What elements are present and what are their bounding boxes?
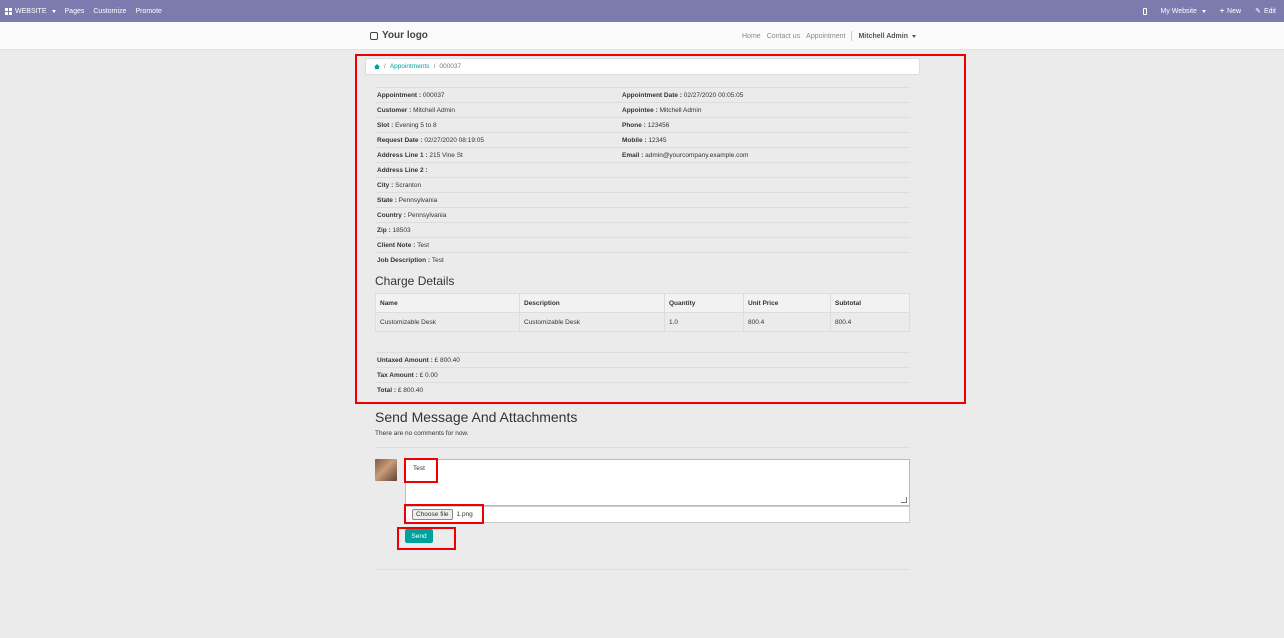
highlight-box-send [397, 527, 456, 550]
avatar [375, 459, 397, 481]
highlight-box-file [404, 504, 484, 524]
nav-home[interactable]: Home [742, 33, 761, 40]
user-name: Mitchell Admin [858, 32, 908, 40]
promote-menu[interactable]: Promote [135, 8, 161, 15]
resize-handle-icon[interactable] [901, 497, 907, 503]
my-website-menu[interactable]: My Website [1161, 8, 1206, 15]
message-textarea[interactable]: Test [405, 459, 910, 506]
main-nav: Home Contact us Appointment Mitchell Adm… [742, 31, 916, 41]
customize-menu[interactable]: Customize [93, 8, 126, 15]
edit-label: Edit [1263, 7, 1276, 15]
site-header: Your logo Home Contact us Appointment Mi… [0, 22, 1284, 50]
nav-contact-us[interactable]: Contact us [767, 33, 800, 40]
divider [375, 447, 910, 448]
admin-bar: WEBSITE Pages Customize Promote My Websi… [0, 0, 1284, 22]
user-menu[interactable]: Mitchell Admin [858, 33, 916, 40]
nav-appointment[interactable]: Appointment [806, 33, 845, 40]
plus-icon: + [1219, 7, 1225, 15]
send-message-heading: Send Message And Attachments [375, 409, 578, 425]
pages-menu[interactable]: Pages [65, 8, 85, 15]
caret-down-icon [51, 9, 56, 13]
edit-button[interactable]: ✎ Edit [1255, 7, 1276, 16]
website-menu-label: WEBSITE [15, 7, 47, 15]
highlight-box-details [355, 54, 966, 404]
caret-down-icon [1201, 9, 1206, 13]
nav-divider [851, 31, 853, 41]
pencil-icon: ✎ [1255, 8, 1261, 15]
mobile-preview-icon[interactable] [1142, 7, 1147, 15]
divider [375, 569, 910, 570]
site-logo[interactable]: Your logo [370, 30, 428, 41]
my-website-label: My Website [1160, 7, 1197, 15]
highlight-box-message [404, 458, 438, 483]
new-label: New [1227, 7, 1242, 15]
no-comments-text: There are no comments for now. [375, 430, 469, 437]
website-menu[interactable]: WEBSITE [5, 7, 56, 15]
caret-down-icon [912, 34, 916, 38]
logo-text: Your logo [382, 30, 428, 41]
new-button[interactable]: + New [1220, 8, 1241, 15]
logo-icon [370, 31, 378, 40]
apps-grid-icon [5, 7, 12, 15]
